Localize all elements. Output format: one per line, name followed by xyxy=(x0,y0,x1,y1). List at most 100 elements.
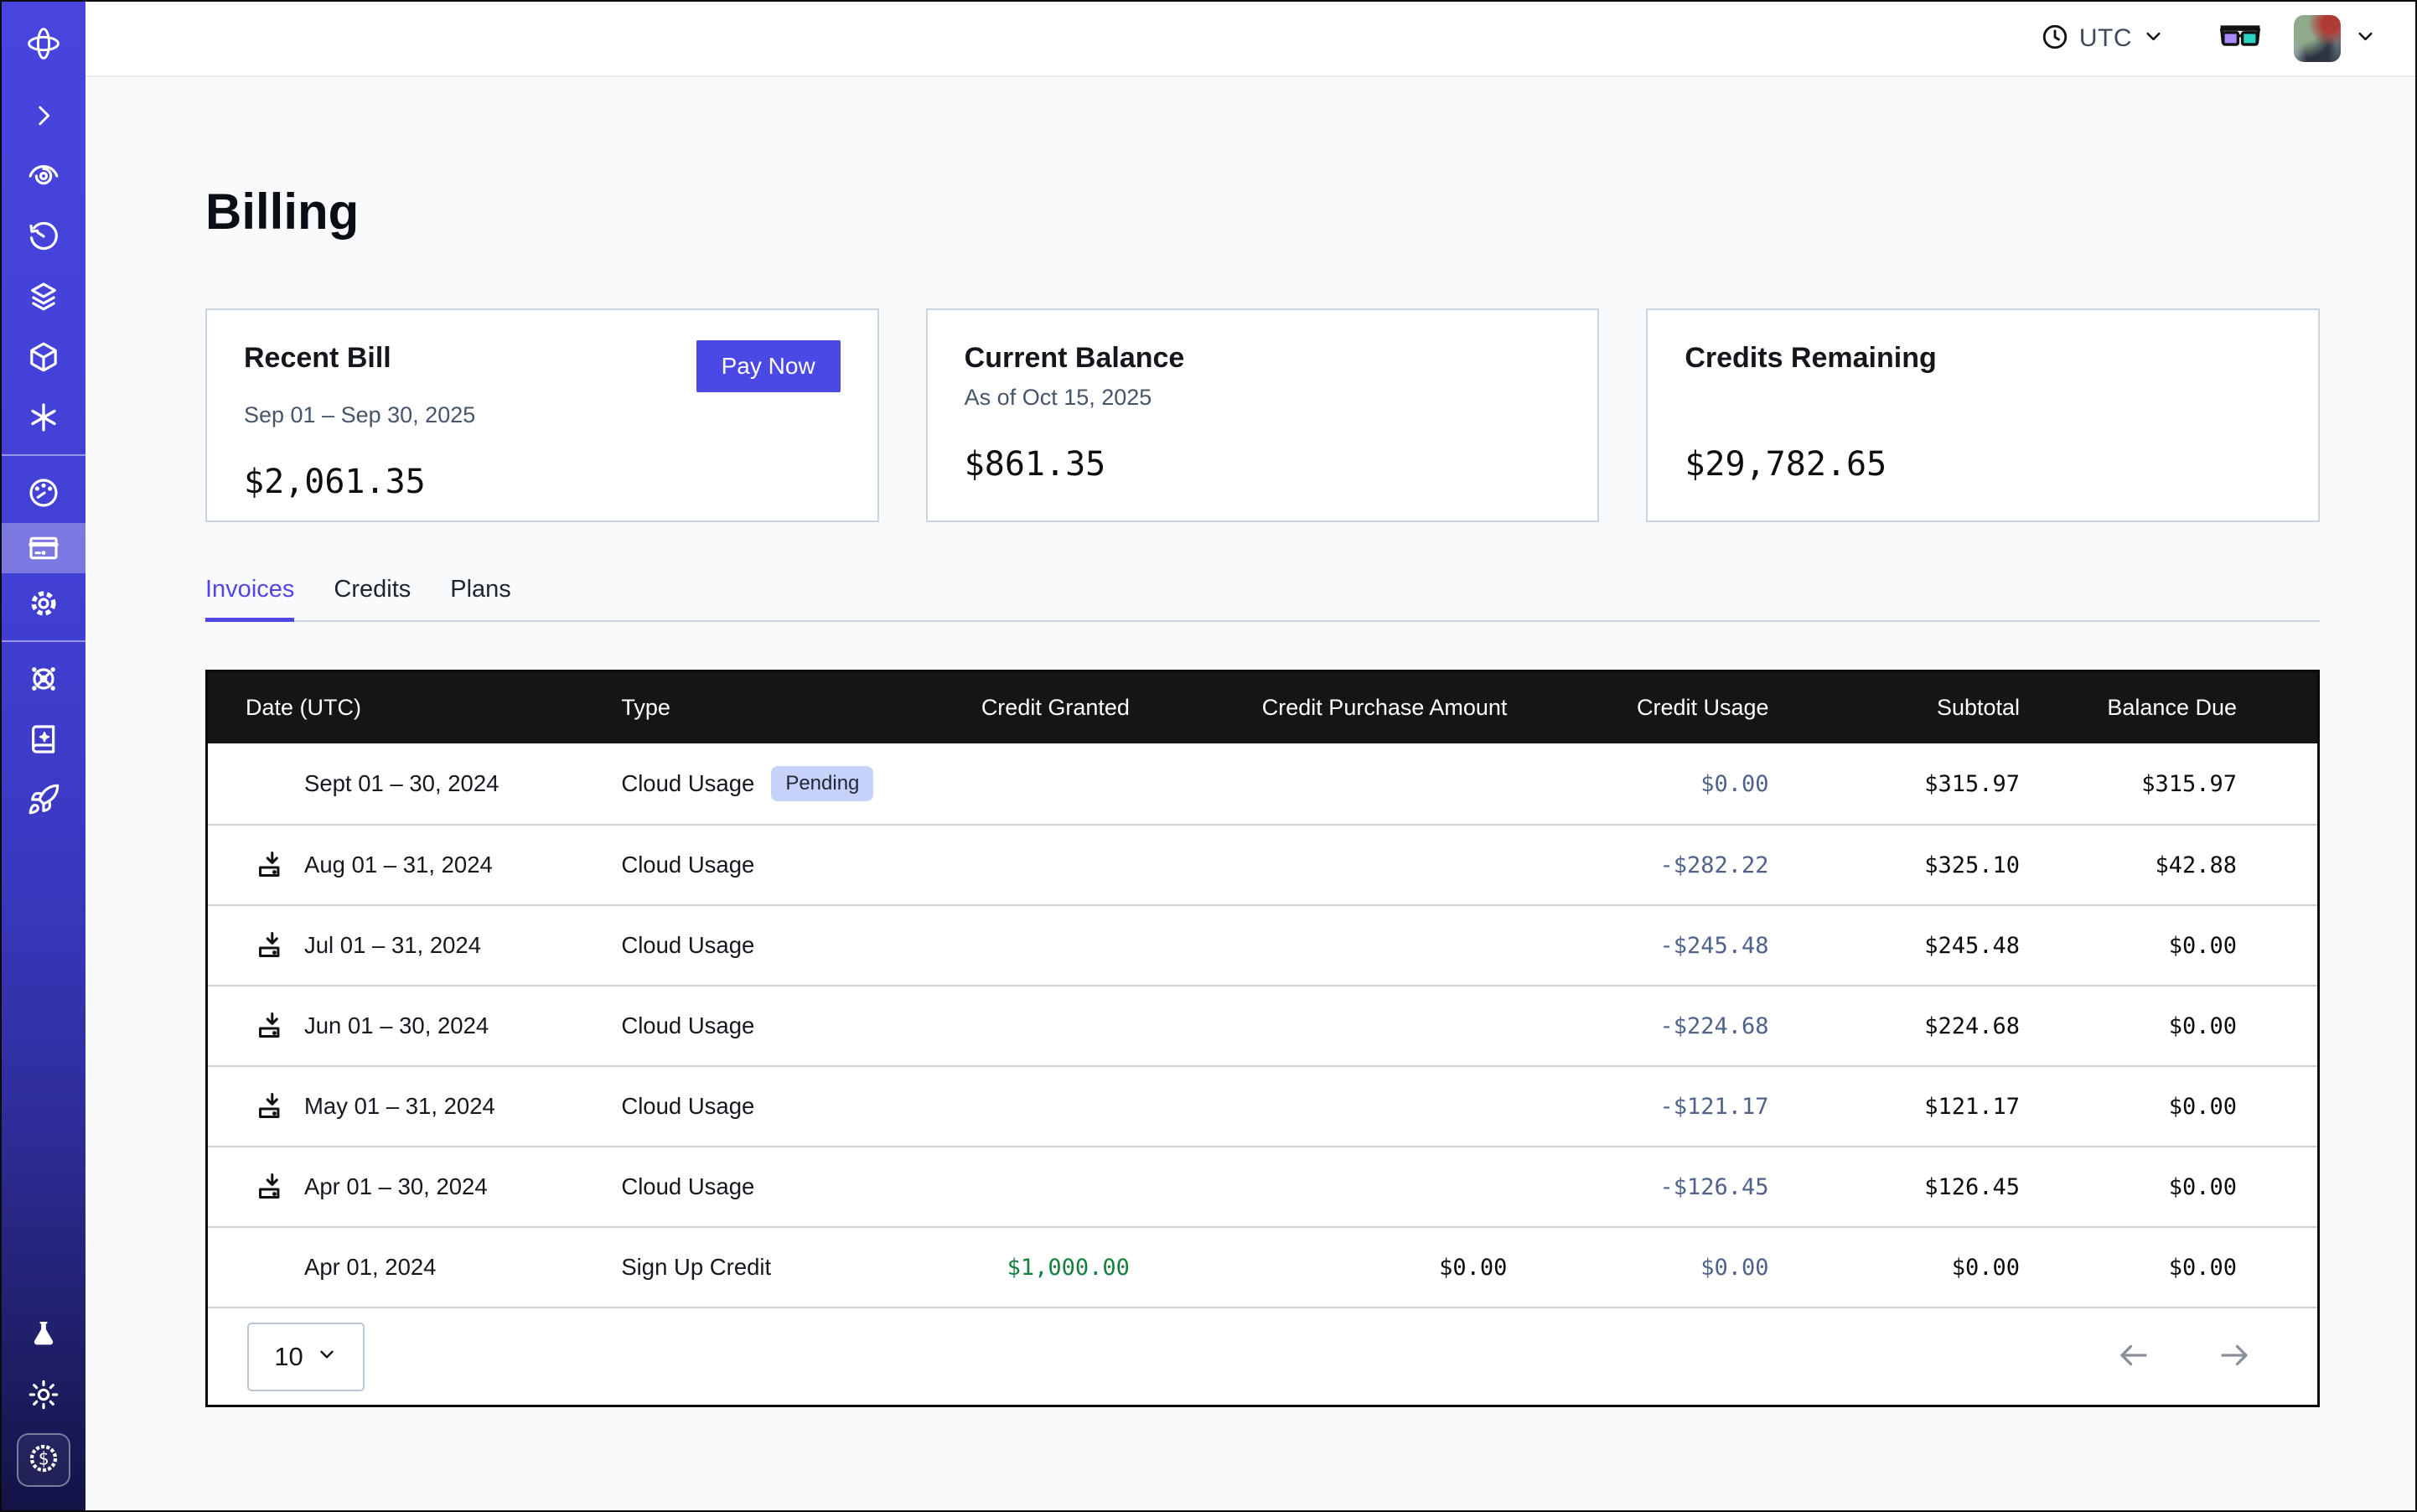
asterisk-icon xyxy=(27,401,60,434)
gauge-icon xyxy=(27,476,60,510)
credits-remaining-amount: $29,782.65 xyxy=(1685,445,2281,484)
download-icon xyxy=(256,1009,287,1043)
subtotal-value: $224.68 xyxy=(1769,1013,2021,1039)
invoice-date: Jul 01 – 31, 2024 xyxy=(304,932,481,959)
flask-icon xyxy=(27,1318,60,1351)
sidebar-item-packages[interactable] xyxy=(2,327,85,387)
invoice-type: Cloud Usage xyxy=(621,852,754,878)
rocket-icon xyxy=(27,783,60,816)
invoice-date: May 01 – 31, 2024 xyxy=(304,1093,495,1120)
download-invoice-button[interactable] xyxy=(256,848,304,883)
avatar[interactable] xyxy=(2294,15,2341,62)
current-balance-card: Current Balance As of Oct 15, 2025 $861.… xyxy=(926,308,1600,522)
table-row: Sept 01 – 30, 2024 Cloud Usage Pending $… xyxy=(208,743,2317,824)
balance-due-value: $0.00 xyxy=(2020,933,2317,959)
subtotal-value: $0.00 xyxy=(1769,1255,2021,1281)
summary-cards: Recent Bill Pay Now Sep 01 – Sep 30, 202… xyxy=(205,308,2320,522)
helm-wheel-icon xyxy=(27,662,60,696)
type-cell: Cloud Usage Pending xyxy=(621,766,832,801)
chevron-down-icon xyxy=(316,1342,338,1372)
next-page-button[interactable] xyxy=(2217,1338,2252,1375)
sidebar: $ xyxy=(2,2,85,1510)
invoices-table: Date (UTC)TypeCredit GrantedCredit Purch… xyxy=(205,670,2320,1407)
sidebar-item-settings[interactable] xyxy=(2,573,85,634)
date-cell: Apr 01, 2024 xyxy=(208,1251,621,1285)
invoice-type: Cloud Usage xyxy=(621,1093,754,1120)
table-row: May 01 – 31, 2024 Cloud Usage -$121.17 $… xyxy=(208,1065,2317,1146)
download-invoice-button[interactable] xyxy=(256,929,304,963)
date-cell: Jul 01 – 31, 2024 xyxy=(208,929,621,963)
account-menu-button[interactable] xyxy=(2354,25,2377,52)
type-cell: Cloud Usage xyxy=(621,932,832,959)
arrow-left-icon xyxy=(2116,1338,2151,1375)
tab-plans[interactable]: Plans xyxy=(450,576,511,620)
column-header: Credit Purchase Amount xyxy=(1130,695,1508,721)
type-cell: Sign Up Credit xyxy=(621,1254,832,1281)
credits-reward-button[interactable]: $ xyxy=(17,1433,70,1487)
sidebar-item-functions[interactable] xyxy=(2,387,85,448)
credit-purchase-value: $0.00 xyxy=(1130,1255,1508,1281)
date-cell: May 01 – 31, 2024 xyxy=(208,1090,621,1124)
invoice-type: Sign Up Credit xyxy=(621,1254,771,1281)
column-header: Date (UTC) xyxy=(208,695,621,721)
table-row: Jun 01 – 30, 2024 Cloud Usage -$224.68 $… xyxy=(208,985,2317,1065)
timezone-selector[interactable]: UTC xyxy=(2041,23,2165,55)
balance-due-value: $0.00 xyxy=(2020,1174,2317,1200)
sidebar-collapse-button[interactable] xyxy=(2,85,85,146)
tabs: Invoices Credits Plans xyxy=(205,576,2320,622)
download-icon xyxy=(256,848,287,883)
chevron-down-icon xyxy=(2354,25,2377,52)
credit-usage-value: $0.00 xyxy=(1507,1255,1768,1281)
glasses-icon xyxy=(2218,21,2262,57)
sidebar-item-docs[interactable] xyxy=(2,709,85,769)
sidebar-item-community[interactable] xyxy=(2,649,85,709)
sidebar-item-billing[interactable] xyxy=(2,523,85,573)
pagination-controls xyxy=(2116,1338,2252,1375)
card-subtitle: Sep 01 – Sep 30, 2025 xyxy=(244,402,841,431)
sidebar-item-usage[interactable] xyxy=(2,463,85,523)
credit-usage-value: $0.00 xyxy=(1507,771,1768,797)
tab-credits[interactable]: Credits xyxy=(334,576,411,620)
download-icon xyxy=(256,929,287,963)
balance-due-value: $315.97 xyxy=(2020,771,2317,797)
sidebar-item-layers[interactable] xyxy=(2,267,85,327)
subtotal-value: $121.17 xyxy=(1769,1094,2021,1120)
arrow-right-icon xyxy=(2217,1338,2252,1375)
download-invoice-button[interactable] xyxy=(256,1009,304,1043)
sidebar-divider xyxy=(2,454,85,456)
table-footer: 10 xyxy=(208,1307,2317,1405)
credit-usage-value: -$121.17 xyxy=(1507,1094,1768,1120)
balance-due-value: $0.00 xyxy=(2020,1255,2317,1281)
page-size-select[interactable]: 10 xyxy=(247,1323,365,1391)
dollar-badge-icon: $ xyxy=(26,1441,61,1480)
sidebar-item-history[interactable] xyxy=(2,206,85,267)
sidebar-item-getting-started[interactable] xyxy=(2,769,85,830)
cube-icon xyxy=(27,340,60,374)
timezone-label: UTC xyxy=(2079,24,2132,53)
pay-now-button[interactable]: Pay Now xyxy=(696,340,841,392)
sidebar-item-labs[interactable] xyxy=(2,1304,85,1364)
sun-icon xyxy=(27,1378,60,1411)
column-header: Balance Due xyxy=(2020,695,2317,721)
date-cell: Jun 01 – 30, 2024 xyxy=(208,1009,621,1043)
invoice-type: Cloud Usage xyxy=(621,770,754,797)
download-invoice-button[interactable] xyxy=(256,1090,304,1124)
card-subtitle: As of Oct 15, 2025 xyxy=(965,385,1561,413)
topbar: UTC xyxy=(85,2,2415,77)
orbit-logo-icon xyxy=(25,25,62,62)
sidebar-item-monitor[interactable] xyxy=(2,146,85,206)
invoice-date: Jun 01 – 30, 2024 xyxy=(304,1012,489,1039)
tab-invoices[interactable]: Invoices xyxy=(205,576,294,620)
column-header: Credit Granted xyxy=(832,695,1130,721)
type-cell: Cloud Usage xyxy=(621,1012,832,1039)
credit-usage-value: -$126.45 xyxy=(1507,1174,1768,1200)
reader-mode-button[interactable] xyxy=(2218,21,2262,57)
subtotal-value: $126.45 xyxy=(1769,1174,2021,1200)
date-cell: Sept 01 – 30, 2024 xyxy=(208,767,621,801)
table-row: Apr 01, 2024 Sign Up Credit $1,000.00 $0… xyxy=(208,1226,2317,1307)
sidebar-item-theme[interactable] xyxy=(2,1364,85,1425)
previous-page-button[interactable] xyxy=(2116,1338,2151,1375)
invoice-type: Cloud Usage xyxy=(621,1173,754,1200)
download-invoice-button[interactable] xyxy=(256,1170,304,1204)
sidebar-logo[interactable] xyxy=(2,2,85,85)
